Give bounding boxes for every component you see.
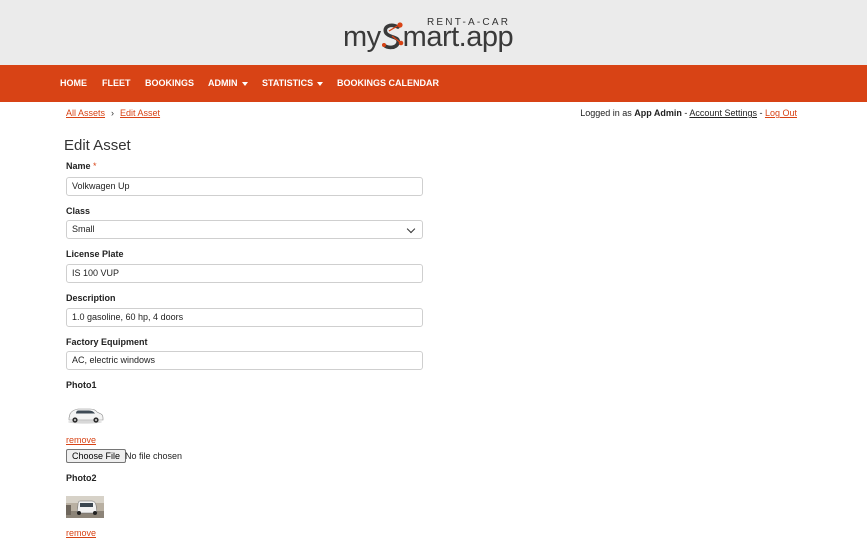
nav-item-label: BOOKINGS: [145, 78, 195, 88]
required-mark: *: [93, 161, 97, 171]
logo-bar: RENT-A-CAR my mart.app: [0, 0, 867, 65]
breadcrumb-all-assets[interactable]: All Assets: [66, 108, 105, 118]
nav-item-label: FLEET: [102, 78, 131, 88]
license-plate-label: License Plate: [66, 249, 124, 259]
breadcrumb: All Assets › Edit Asset: [66, 108, 160, 118]
breadcrumb-separator: ›: [111, 108, 115, 118]
logo-s-mark-icon: [381, 22, 403, 50]
main-nav: HOME FLEET BOOKINGS ADMIN STATISTICS BOO…: [0, 65, 867, 102]
factory-equipment-input[interactable]: AC, electric windows: [66, 351, 423, 370]
license-plate-value: IS 100 VUP: [72, 268, 120, 278]
nav-item-statistics[interactable]: STATISTICS: [262, 78, 324, 88]
nav-item-label: BOOKINGS CALENDAR: [337, 78, 440, 88]
logo[interactable]: my mart.app: [343, 21, 514, 54]
description-label: Description: [66, 293, 116, 303]
license-plate-input[interactable]: IS 100 VUP: [66, 264, 423, 283]
logo-text-pre: my: [343, 21, 381, 53]
user-name: App Admin: [634, 108, 682, 118]
photo1-thumbnail: [66, 403, 104, 425]
logo-text-post: mart.app: [402, 21, 514, 53]
page-title: Edit Asset: [64, 137, 131, 154]
breadcrumb-edit-asset[interactable]: Edit Asset: [120, 108, 160, 118]
nav-item-label: HOME: [60, 78, 87, 88]
name-label: Name *: [66, 161, 97, 171]
choose-file-button[interactable]: Choose File: [66, 449, 127, 463]
nav-item-label: ADMIN: [208, 78, 238, 88]
description-value: 1.0 gasoline, 60 hp, 4 doors: [72, 312, 184, 322]
class-value: Small: [72, 224, 95, 234]
nav-item-bookings[interactable]: BOOKINGS: [145, 78, 194, 88]
photo1-remove-link[interactable]: remove: [66, 435, 96, 445]
photo2-label: Photo2: [66, 473, 97, 483]
nav-item-admin[interactable]: ADMIN: [208, 78, 248, 88]
logout-link[interactable]: Log Out: [765, 108, 797, 118]
name-label-text: Name: [66, 161, 91, 171]
name-value: Volkwagen Up: [72, 181, 130, 191]
photo2-thumbnail: [66, 496, 104, 518]
description-input[interactable]: 1.0 gasoline, 60 hp, 4 doors: [66, 308, 423, 327]
nav-item-bookings-calendar[interactable]: BOOKINGS CALENDAR: [337, 78, 439, 88]
nav-item-label: STATISTICS: [262, 78, 314, 88]
caret-down-icon: [317, 81, 324, 86]
class-label: Class: [66, 206, 91, 216]
chevron-down-icon: [406, 224, 416, 234]
nav-item-fleet[interactable]: FLEET: [102, 78, 131, 88]
photo2-remove-link[interactable]: remove: [66, 528, 96, 538]
account-settings-link[interactable]: Account Settings: [689, 108, 757, 118]
class-select[interactable]: Small: [66, 220, 423, 239]
factory-equipment-label: Factory Equipment: [66, 337, 148, 347]
factory-equipment-value: AC, electric windows: [72, 355, 156, 365]
nav-item-home[interactable]: HOME: [60, 78, 87, 88]
name-input[interactable]: Volkwagen Up: [66, 177, 423, 196]
user-info: Logged in as App Admin - Account Setting…: [580, 108, 797, 118]
photo1-label: Photo1: [66, 380, 97, 390]
file-status-text: No file chosen: [125, 451, 183, 461]
caret-down-icon: [241, 81, 248, 86]
logged-in-prefix: Logged in as: [580, 108, 635, 118]
user-separator: -: [756, 108, 765, 118]
